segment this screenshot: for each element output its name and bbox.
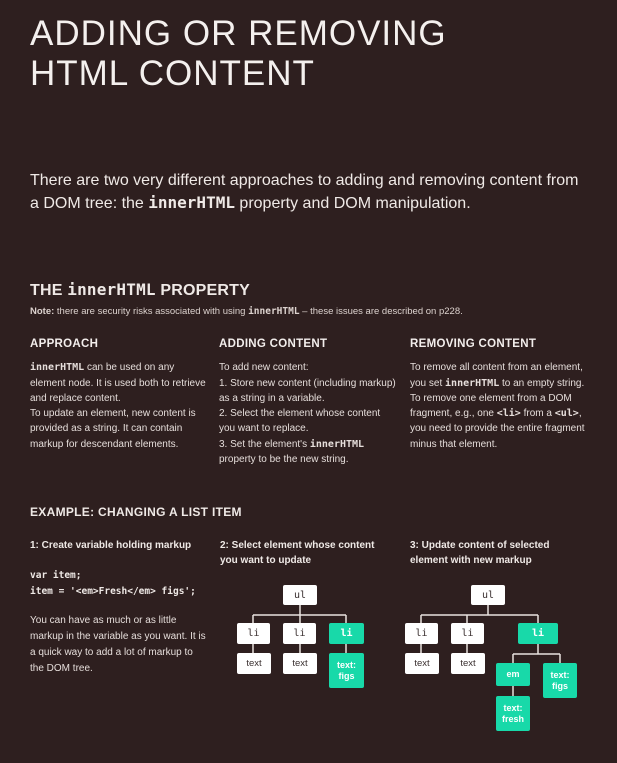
adding-line-3: 3. Set the element's innerHTML property … [219, 437, 399, 468]
tree2-figs-label-1: text: [550, 669, 570, 680]
tree2-li-label-1: li [415, 628, 428, 639]
note-code: innerHTML [248, 306, 300, 317]
tree2-fresh-label-1: text: [503, 702, 523, 713]
tree2-text-fresh-node: text: fresh [496, 696, 530, 731]
code-block: var item; item = '<em>Fresh</em> figs'; [30, 568, 196, 600]
tree1-li-label-3: li [340, 628, 353, 639]
tree1-text-label-1: text [246, 658, 262, 669]
approach-heading: APPROACH [30, 338, 99, 350]
removing-code-3: <ul> [554, 408, 579, 420]
tree2-li-label-2: li [461, 628, 474, 639]
note-text-before: there are security risks associated with… [54, 306, 249, 317]
removing-code-2: <li> [496, 408, 521, 420]
adding-heading: ADDING CONTENT [219, 338, 328, 350]
step-1-label: 1: Create variable holding markup [30, 540, 192, 551]
heading-rest: PROPERTY [155, 282, 251, 299]
tree1-li-label-2: li [293, 628, 306, 639]
approach-text-2: To update an element, new content is pro… [30, 408, 196, 450]
adding-content-column: ADDING CONTENT To add new content: 1. St… [219, 337, 399, 467]
adding-line-0: To add new content: [219, 362, 309, 374]
removing-text: To remove all content from an element, y… [410, 360, 590, 452]
heading-code: innerHTML [67, 280, 156, 299]
section-heading-innerhtml: THE innerHTML PROPERTY [30, 280, 250, 300]
approach-text-1: innerHTML can be used on any element nod… [30, 360, 210, 406]
note-label: Note: [30, 306, 55, 317]
tree1-ul-node: ul [283, 585, 317, 605]
step-3-label: 3: Update content of selected element wi… [410, 540, 550, 566]
intro-text-after: property and DOM manipulation. [234, 195, 471, 212]
tree2-li-node-selected: li [518, 623, 558, 644]
tree1-text-label-2: text [292, 658, 308, 669]
intro-code: innerHTML [148, 193, 235, 212]
tree1-figs-label-1: text: [336, 659, 356, 670]
tree2-figs-label-2: figs [551, 680, 568, 691]
example-heading: EXAMPLE: CHANGING A LIST ITEM [30, 505, 242, 519]
tree2-text-label-2: text [460, 658, 476, 669]
tree2-li-label-3: li [531, 628, 545, 639]
title-line-1: ADDING OR REMOVING [30, 14, 447, 53]
note-text-after: – these issues are described on p228. [299, 306, 463, 317]
tree1-li-node-selected: li [329, 623, 364, 644]
tree1-text-node-1: text [237, 653, 271, 674]
tree1-li-node-2: li [283, 623, 316, 644]
tree1-text-node-2: text [283, 653, 317, 674]
tree2-ul-node: ul [471, 585, 505, 605]
approach-column: APPROACH innerHTML can be used on any el… [30, 337, 210, 452]
tree2-text-node-1: text [405, 653, 439, 674]
code-line-2: item = '<em>Fresh</em> figs'; [30, 586, 196, 597]
tree2-fresh-label-2: fresh [501, 713, 524, 724]
tree1-li-label-1: li [247, 628, 260, 639]
security-note: Note: there are security risks associate… [30, 306, 590, 317]
removing-code-1: innerHTML [445, 377, 500, 389]
adding-line-2: 2. Select the element whose content you … [219, 408, 381, 435]
removing-content-column: REMOVING CONTENT To remove all content f… [410, 337, 590, 452]
tree1-ul-label: ul [293, 589, 307, 601]
tree2-text-label-1: text [414, 658, 430, 669]
page-title: ADDING OR REMOVING HTML CONTENT [30, 14, 590, 94]
adding-line-1: 1. Store new content (including markup) … [219, 377, 396, 404]
tree2-em-node: em [496, 663, 530, 686]
removing-t3: from a [520, 408, 555, 420]
tree2-li-node-2: li [451, 623, 484, 644]
tree2-text-figs-node: text: figs [543, 663, 577, 698]
step-2-label: 2: Select element whose content you want… [220, 540, 375, 566]
markup-description: You can have as much or as little markup… [30, 615, 206, 674]
tree2-ul-label: ul [481, 589, 495, 601]
adding-line-3a: 3. Set the element's [219, 438, 310, 450]
removing-heading: REMOVING CONTENT [410, 338, 537, 350]
heading-the: THE [30, 282, 68, 299]
title-line-2: HTML CONTENT [30, 54, 315, 93]
tree2-text-node-2: text [451, 653, 485, 674]
tree1-text-figs-node: text: figs [329, 653, 364, 688]
adding-line-3-code: innerHTML [309, 438, 365, 450]
tree1-li-node-1: li [237, 623, 270, 644]
adding-line-3b: property to be the new string. [219, 454, 349, 466]
code-line-1: var item; [30, 570, 82, 581]
tree2-em-label: em [506, 669, 520, 679]
tree2-li-node-1: li [405, 623, 438, 644]
intro-paragraph: There are two very different approaches … [30, 170, 590, 215]
approach-code: innerHTML [30, 362, 85, 374]
tree1-figs-label-2: figs [338, 670, 355, 681]
